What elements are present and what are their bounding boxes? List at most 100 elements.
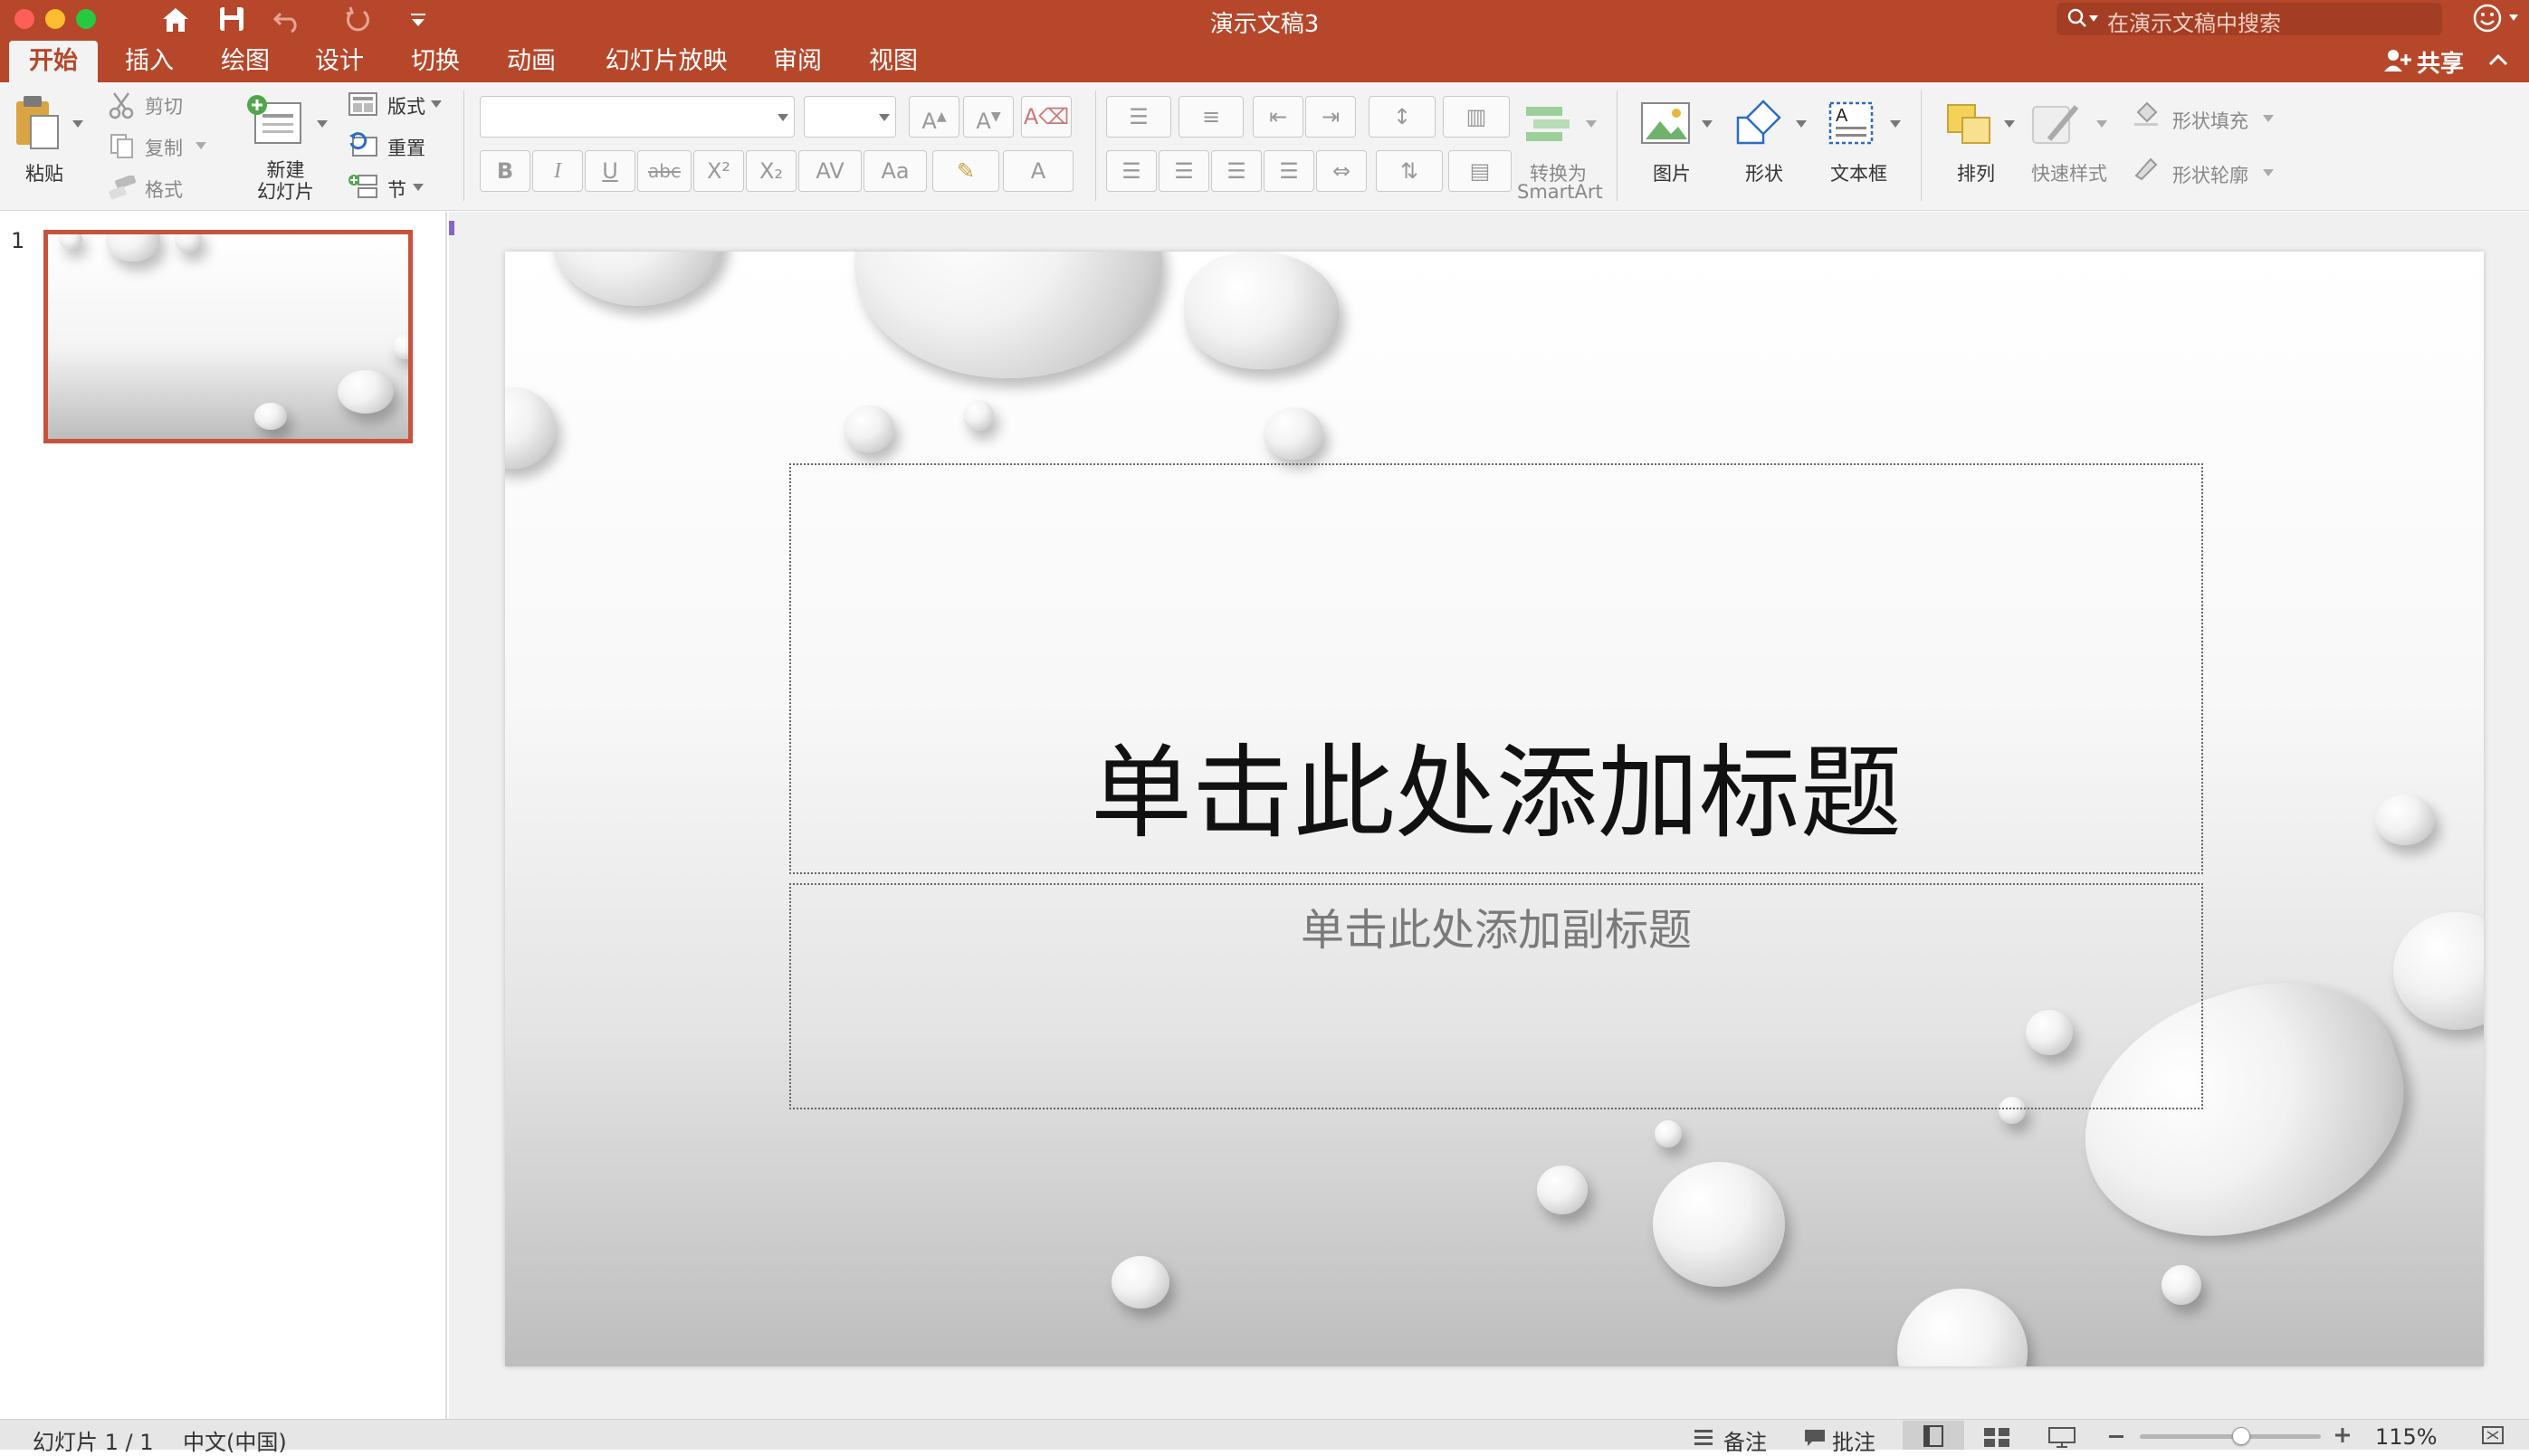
clear-formatting-button[interactable]: A⌫ bbox=[1021, 96, 1072, 138]
shape-fill-dropdown-icon[interactable] bbox=[2263, 115, 2274, 122]
character-spacing-button[interactable]: AV bbox=[798, 150, 862, 192]
underline-button[interactable]: U bbox=[585, 150, 635, 192]
slide-sorter-button[interactable] bbox=[1980, 1426, 2013, 1448]
tab-review[interactable]: 审阅 bbox=[757, 41, 838, 82]
normal-view-button[interactable] bbox=[1903, 1421, 1964, 1450]
zoom-in-button[interactable] bbox=[2332, 1424, 2353, 1446]
font-size-combobox[interactable] bbox=[804, 96, 896, 138]
slide-thumbnail[interactable] bbox=[43, 230, 413, 443]
textbox-icon[interactable]: A bbox=[1827, 98, 1877, 148]
cut-button[interactable]: 剪切 bbox=[145, 92, 183, 119]
shapes-icon[interactable] bbox=[1736, 98, 1789, 148]
shapes-dropdown-icon[interactable] bbox=[1796, 120, 1807, 128]
columns-button[interactable]: ▥ bbox=[1443, 96, 1510, 138]
copy-icon[interactable] bbox=[109, 132, 136, 159]
decrease-font-size-button[interactable]: A▼ bbox=[963, 96, 1014, 138]
strikethrough-button[interactable]: abc bbox=[637, 150, 692, 192]
align-center-button[interactable]: ☰ bbox=[1159, 150, 1209, 192]
shape-fill-icon[interactable] bbox=[2133, 100, 2160, 127]
copy-dropdown-icon[interactable] bbox=[196, 142, 206, 149]
increase-font-size-button[interactable]: A▲ bbox=[909, 96, 959, 138]
comments-button[interactable]: 批注 bbox=[1832, 1424, 1875, 1456]
font-name-dropdown-icon[interactable] bbox=[778, 114, 788, 121]
tab-design[interactable]: 设计 bbox=[299, 41, 380, 82]
format-painter-button[interactable]: 格式 bbox=[145, 176, 183, 203]
arrange-button[interactable]: 排列 bbox=[1957, 159, 1995, 186]
shape-outline-icon[interactable] bbox=[2133, 154, 2160, 181]
align-right-button[interactable]: ☰ bbox=[1211, 150, 1262, 192]
paste-dropdown-icon[interactable] bbox=[72, 120, 83, 128]
decrease-indent-button[interactable]: ⇤ bbox=[1253, 96, 1303, 138]
arrange-dropdown-icon[interactable] bbox=[2004, 120, 2015, 128]
font-name-combobox[interactable] bbox=[480, 96, 795, 138]
picture-button[interactable]: 图片 bbox=[1653, 159, 1691, 186]
change-case-button[interactable]: Aa bbox=[864, 150, 927, 192]
bold-button[interactable]: B bbox=[480, 150, 530, 192]
quick-styles-dropdown-icon[interactable] bbox=[2096, 120, 2107, 128]
zoom-slider-thumb[interactable] bbox=[2232, 1427, 2250, 1445]
distributed-button[interactable]: ⇔ bbox=[1316, 150, 1367, 192]
tab-animations[interactable]: 动画 bbox=[491, 41, 572, 82]
subscript-button[interactable]: X₂ bbox=[746, 150, 797, 192]
feedback-dropdown-icon[interactable] bbox=[2509, 14, 2518, 21]
new-slide-icon[interactable] bbox=[244, 92, 304, 150]
textbox-dropdown-icon[interactable] bbox=[1890, 120, 1901, 128]
zoom-out-button[interactable] bbox=[2109, 1435, 2123, 1438]
fit-to-window-button[interactable] bbox=[2480, 1424, 2505, 1446]
paste-button-label[interactable]: 粘贴 bbox=[25, 159, 63, 186]
zoom-level[interactable]: 115% bbox=[2375, 1424, 2438, 1450]
scissors-icon[interactable] bbox=[109, 90, 136, 119]
search-box[interactable]: 在演示文稿中搜索 bbox=[2057, 3, 2442, 36]
shapes-button[interactable]: 形状 bbox=[1745, 159, 1783, 186]
new-slide-dropdown-icon[interactable] bbox=[317, 120, 328, 128]
picture-icon[interactable] bbox=[1640, 100, 1691, 147]
reset-icon[interactable] bbox=[348, 130, 378, 159]
shape-fill-button[interactable]: 形状填充 bbox=[2172, 107, 2248, 134]
quick-styles-icon[interactable] bbox=[2031, 100, 2085, 150]
section-icon[interactable] bbox=[348, 172, 378, 201]
increase-indent-button[interactable]: ⇥ bbox=[1305, 96, 1356, 138]
zoom-slider[interactable] bbox=[2140, 1427, 2321, 1445]
language-status[interactable]: 中文(中国) bbox=[183, 1424, 287, 1456]
add-person-icon[interactable] bbox=[2382, 47, 2411, 74]
convert-smartart-label-2[interactable]: SmartArt bbox=[1517, 181, 1603, 203]
arrange-icon[interactable] bbox=[1944, 100, 1995, 147]
numbering-button[interactable]: ≡ bbox=[1179, 96, 1244, 138]
text-direction-button[interactable]: ⇅ bbox=[1376, 150, 1443, 192]
new-slide-button-label[interactable]: 新建 幻灯片 bbox=[257, 159, 314, 203]
tab-home[interactable]: 开始 bbox=[9, 41, 98, 82]
tab-insert[interactable]: 插入 bbox=[109, 41, 190, 82]
notes-icon[interactable] bbox=[1693, 1428, 1714, 1448]
reset-button[interactable]: 重置 bbox=[387, 134, 425, 161]
smartart-dropdown-icon[interactable] bbox=[1586, 120, 1597, 128]
slideshow-button[interactable] bbox=[2046, 1426, 2078, 1448]
textbox-button[interactable]: 文本框 bbox=[1830, 159, 1887, 186]
superscript-button[interactable]: X² bbox=[693, 150, 744, 192]
layout-dropdown-icon[interactable] bbox=[431, 100, 442, 108]
subtitle-placeholder[interactable]: 单击此处添加副标题 bbox=[789, 883, 2203, 1109]
section-button[interactable]: 节 bbox=[387, 176, 406, 203]
italic-button[interactable]: I bbox=[532, 150, 583, 192]
format-painter-icon[interactable] bbox=[107, 174, 138, 201]
shape-outline-dropdown-icon[interactable] bbox=[2263, 169, 2274, 176]
font-color-button[interactable]: A bbox=[1003, 150, 1074, 192]
highlight-color-button[interactable]: ✎ bbox=[932, 150, 999, 192]
tab-draw[interactable]: 绘图 bbox=[205, 41, 286, 82]
share-button[interactable]: 共享 bbox=[2417, 45, 2464, 79]
tab-transitions[interactable]: 切换 bbox=[395, 41, 476, 82]
line-spacing-button[interactable]: ↕ bbox=[1369, 96, 1436, 138]
bullets-button[interactable]: ☰ bbox=[1106, 96, 1171, 138]
align-left-button[interactable]: ☰ bbox=[1106, 150, 1157, 192]
shape-outline-button[interactable]: 形状轮廓 bbox=[2172, 161, 2248, 188]
tab-slideshow[interactable]: 幻灯片放映 bbox=[594, 41, 739, 82]
layout-button[interactable]: 版式 bbox=[387, 92, 425, 119]
picture-dropdown-icon[interactable] bbox=[1702, 120, 1713, 128]
smiley-feedback-icon[interactable] bbox=[2471, 2, 2504, 34]
collapse-ribbon-icon[interactable] bbox=[2487, 51, 2509, 69]
notes-button[interactable]: 备注 bbox=[1723, 1424, 1767, 1456]
paste-icon[interactable] bbox=[13, 92, 63, 152]
tab-view[interactable]: 视图 bbox=[853, 41, 934, 82]
smartart-icon[interactable] bbox=[1524, 100, 1575, 145]
section-dropdown-icon[interactable] bbox=[413, 184, 424, 191]
comments-icon[interactable] bbox=[1803, 1428, 1827, 1448]
